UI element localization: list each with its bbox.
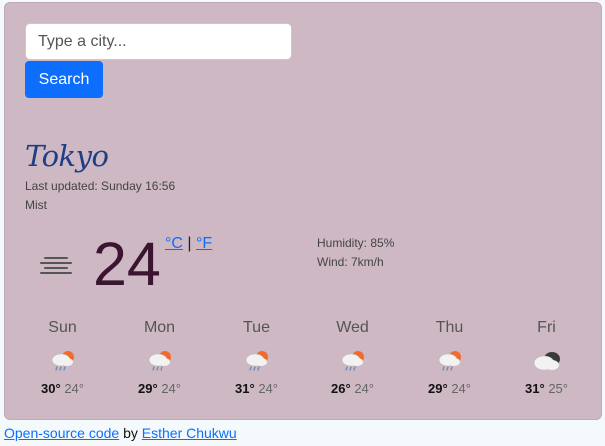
light-rain-sun-icon <box>147 350 172 371</box>
forecast-min: 24° <box>258 381 278 396</box>
forecast-day-name: Sun <box>48 319 77 336</box>
forecast-temps: 29° 24° <box>401 381 498 396</box>
forecast-min: 25° <box>548 381 568 396</box>
forecast-day: Sun 30° 24° <box>14 319 111 396</box>
current-temperature: 24 <box>93 230 161 298</box>
forecast-day: Mon 29° 24° <box>111 319 208 396</box>
footer-by-text: by <box>119 425 142 441</box>
forecast-min: 24° <box>451 381 471 396</box>
forecast-max: 29° <box>138 381 158 396</box>
light-rain-sun-icon <box>50 350 75 371</box>
search-button[interactable]: Search <box>25 61 103 98</box>
forecast-day-name: Mon <box>143 319 176 336</box>
light-rain-sun-icon <box>340 350 365 371</box>
weather-card: Search Tokyo Last updated: Sunday 16:56 … <box>4 2 602 420</box>
forecast-max: 29° <box>428 381 448 396</box>
forecast-min: 24° <box>161 381 181 396</box>
forecast-max: 30° <box>41 381 61 396</box>
forecast-day: Wed 26° 24° <box>304 319 401 396</box>
mist-icon <box>40 257 72 274</box>
forecast-temps: 30° 24° <box>14 381 111 396</box>
forecast-day: Tue 31° 24° <box>208 319 305 396</box>
celsius-link[interactable]: °C <box>165 235 183 252</box>
forecast-day-name: Thu <box>435 319 464 336</box>
forecast-day-name: Tue <box>243 319 270 336</box>
forecast-max: 31° <box>525 381 545 396</box>
weather-condition: Mist <box>25 198 47 212</box>
forecast-max: 26° <box>331 381 351 396</box>
city-name: Tokyo <box>25 139 109 173</box>
forecast-day: Thu 29° 24° <box>401 319 498 396</box>
forecast-day-name: Fri <box>537 319 556 336</box>
forecast-max: 31° <box>235 381 255 396</box>
fahrenheit-link[interactable]: °F <box>196 235 212 252</box>
forecast-temps: 29° 24° <box>111 381 208 396</box>
source-code-link[interactable]: Open-source code <box>4 425 119 441</box>
footer: Open-source code by Esther Chukwu <box>4 425 237 441</box>
forecast-temps: 31° 25° <box>498 381 595 396</box>
forecast-min: 24° <box>354 381 374 396</box>
city-search-input[interactable] <box>25 23 292 60</box>
forecast-min: 24° <box>64 381 84 396</box>
humidity-text: Humidity: 85% <box>317 236 395 250</box>
light-rain-sun-icon <box>437 350 462 371</box>
unit-switcher: °C | °F <box>165 235 212 253</box>
cloudy-icon <box>533 352 560 371</box>
forecast-temps: 26° 24° <box>304 381 401 396</box>
forecast-temps: 31° 24° <box>208 381 305 396</box>
forecast-day: Fri 31° 25° <box>498 319 595 396</box>
unit-separator: | <box>187 235 192 252</box>
wind-text: Wind: 7km/h <box>317 255 384 269</box>
last-updated-text: Last updated: Sunday 16:56 <box>25 179 176 193</box>
author-link[interactable]: Esther Chukwu <box>142 425 237 441</box>
light-rain-sun-icon <box>244 350 269 371</box>
forecast-day-name: Wed <box>336 319 369 336</box>
